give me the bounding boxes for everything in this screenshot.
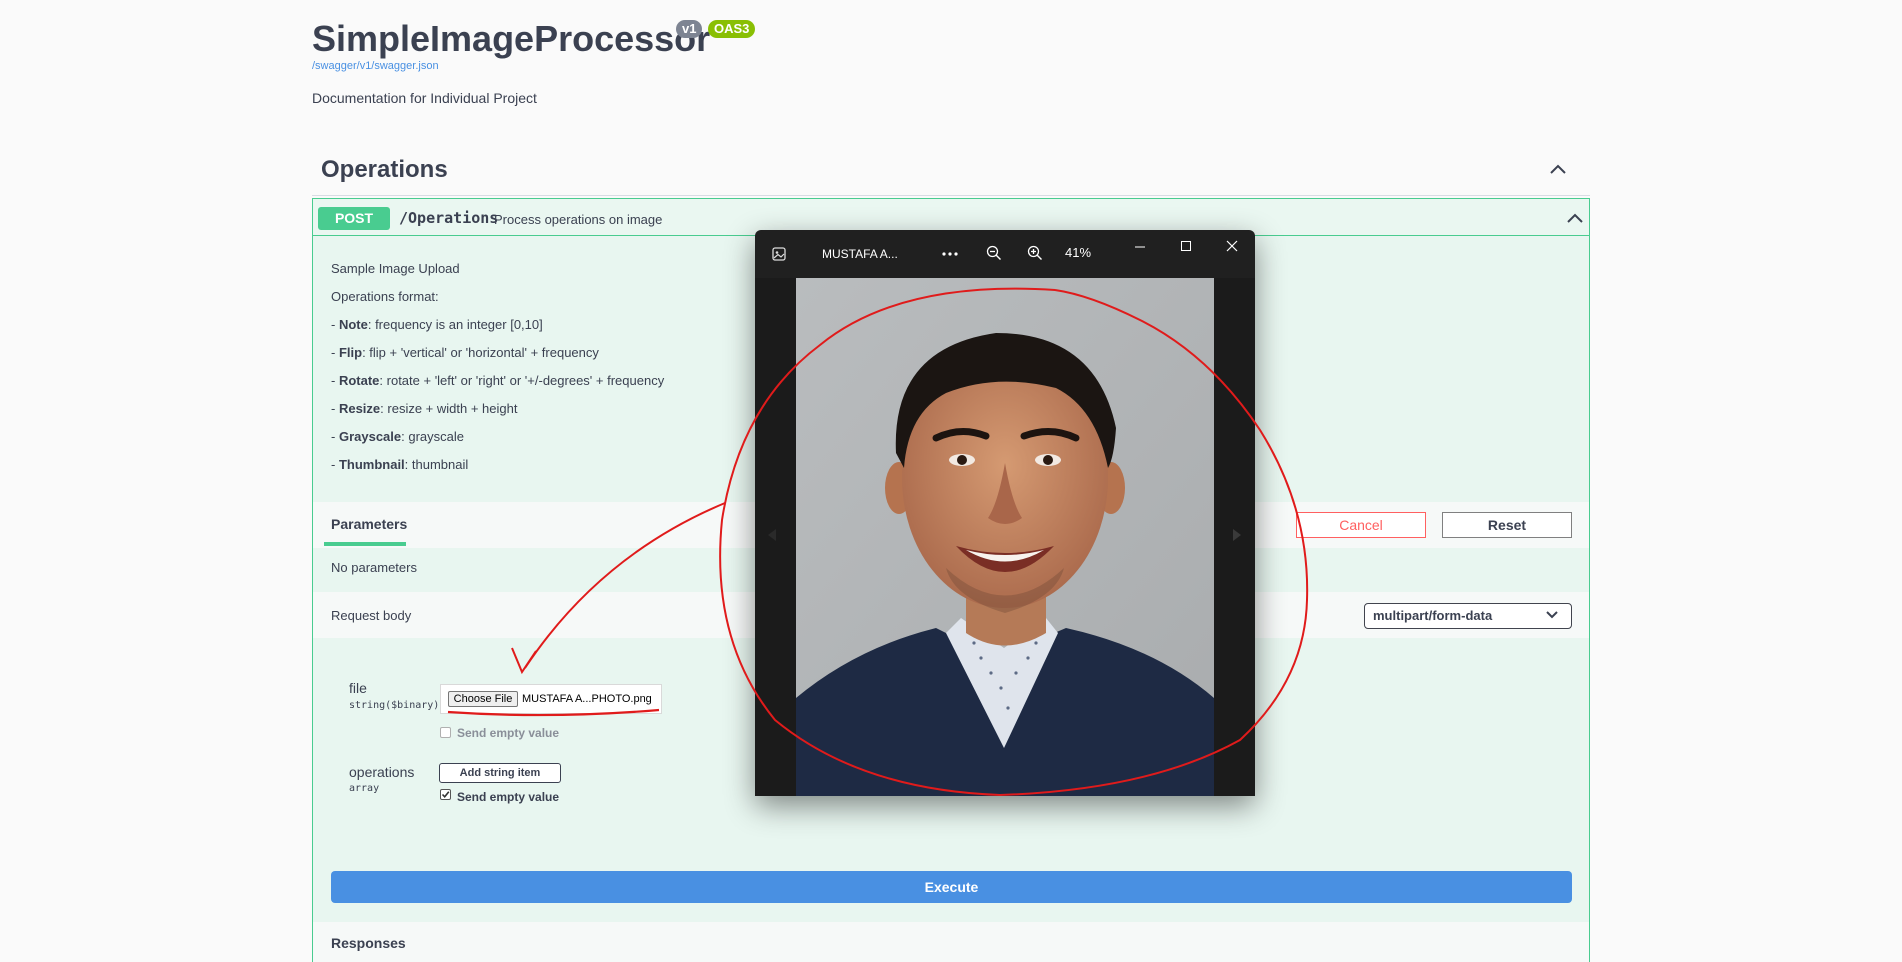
description-line: - Thumbnail: thumbnail	[331, 457, 469, 472]
operations-send-empty-label: Send empty value	[457, 790, 560, 804]
description-line: - Note: frequency is an integer [0,10]	[331, 317, 543, 332]
tab-active-underline	[324, 542, 406, 546]
operations-field-type: array	[349, 783, 380, 794]
previous-image-icon[interactable]	[766, 528, 778, 542]
gallery-icon[interactable]	[770, 245, 788, 263]
file-field-name: file	[349, 680, 367, 696]
description-line: - Flip: flip + 'vertical' or 'horizontal…	[331, 345, 599, 360]
content-type-select[interactable]: multipart/form-data	[1364, 603, 1572, 629]
oas-badge: OAS3	[708, 20, 756, 38]
responses-header	[313, 922, 1589, 962]
description-line: - Rotate: rotate + 'left' or 'right' or …	[331, 373, 665, 388]
no-parameters-text: No parameters	[331, 560, 417, 575]
close-icon[interactable]	[1225, 239, 1239, 253]
method-badge: POST	[318, 207, 390, 230]
chevron-up-icon[interactable]	[1565, 210, 1585, 226]
responses-label: Responses	[331, 935, 406, 951]
chevron-down-icon[interactable]	[1546, 611, 1558, 619]
add-string-item-button[interactable]: Add string item	[439, 763, 561, 783]
viewer-title: MUSTAFA A...	[822, 247, 898, 261]
operation-summary: Process operations on image	[494, 212, 663, 227]
request-body-label: Request body	[331, 608, 412, 623]
cancel-button[interactable]: Cancel	[1296, 512, 1426, 538]
zoom-out-icon[interactable]	[985, 244, 1003, 262]
api-description: Documentation for Individual Project	[312, 90, 537, 106]
version-badge: v1	[676, 20, 703, 38]
tag-divider	[312, 195, 1590, 196]
zoom-in-icon[interactable]	[1026, 244, 1044, 262]
zoom-level: 41%	[1065, 245, 1092, 260]
operations-send-empty-checkbox[interactable]	[440, 789, 451, 800]
description-line: - Resize: resize + width + height	[331, 401, 518, 416]
file-send-empty-label: Send empty value	[457, 726, 560, 740]
chevron-up-icon[interactable]	[1548, 160, 1568, 180]
choose-file-button[interactable]: Choose File	[448, 691, 518, 707]
api-title: SimpleImageProcessor	[312, 18, 711, 59]
tab-parameters[interactable]: Parameters	[331, 516, 407, 532]
maximize-icon[interactable]	[1179, 239, 1193, 253]
minimize-icon[interactable]	[1133, 240, 1147, 254]
description-line: Sample Image Upload	[331, 261, 460, 276]
reset-button[interactable]: Reset	[1442, 512, 1572, 538]
selected-file-name: MUSTAFA A...PHOTO.png	[522, 693, 652, 705]
portrait-photo	[796, 278, 1214, 796]
swagger-json-link[interactable]: /swagger/v1/swagger.json	[312, 60, 439, 72]
execute-button[interactable]: Execute	[331, 871, 1572, 903]
description-line: - Grayscale: grayscale	[331, 429, 464, 444]
file-send-empty-checkbox[interactable]	[440, 727, 451, 738]
more-icon[interactable]	[940, 248, 960, 260]
operations-field-name: operations	[349, 764, 415, 780]
description-line: Operations format:	[331, 289, 439, 304]
file-field-type: string($binary)	[349, 700, 440, 711]
operation-path: /Operations	[399, 209, 499, 227]
operations-tag-title[interactable]: Operations	[321, 156, 448, 184]
checkmark-icon	[441, 791, 450, 799]
next-image-icon[interactable]	[1231, 528, 1243, 542]
